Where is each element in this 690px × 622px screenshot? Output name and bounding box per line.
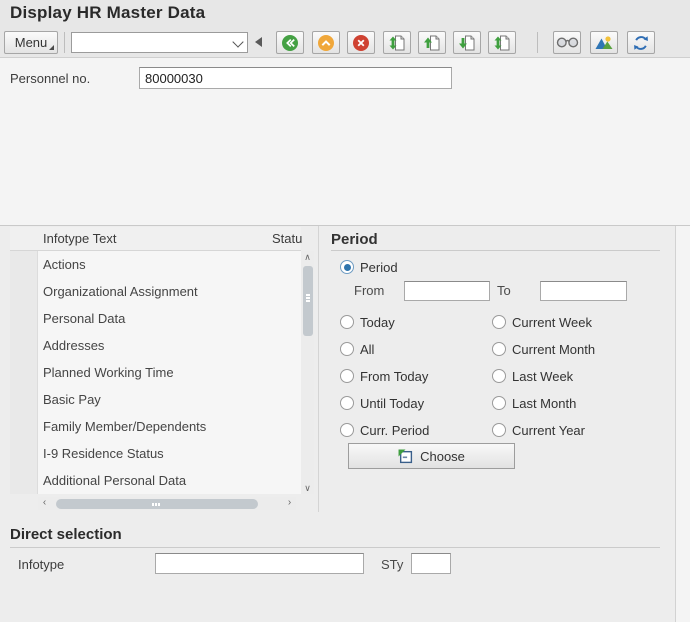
scroll-up-icon[interactable]: ∧ (301, 251, 314, 263)
subtype-input[interactable] (411, 553, 451, 574)
subtype-label: STy (381, 557, 403, 572)
infotype-text-column-header: Infotype Text (43, 231, 116, 246)
to-date-input[interactable] (540, 281, 627, 301)
from-label: From (354, 283, 384, 298)
toolbar: Menu (0, 28, 690, 58)
infotype-label: Infotype (18, 557, 64, 572)
list-item-planned-working-time[interactable]: Planned Working Time (38, 359, 301, 386)
period-group-title: Period (331, 231, 378, 248)
first-page-icon (388, 34, 406, 52)
personnel-no-input[interactable] (139, 67, 452, 89)
list-item-i9-residence-status[interactable]: I-9 Residence Status (38, 440, 301, 467)
first-page-button[interactable] (383, 31, 411, 54)
choose-button[interactable]: Choose (348, 443, 515, 469)
panel-splitter[interactable] (318, 226, 319, 512)
menu-arrow-icon (49, 45, 54, 50)
last-page-icon (493, 34, 511, 52)
status-column-header: Statu (272, 231, 302, 246)
display-button[interactable] (553, 31, 581, 54)
list-item-family-member-dependents[interactable]: Family Member/Dependents (38, 413, 301, 440)
toolbar-separator (537, 32, 538, 53)
menu-button[interactable]: Menu (4, 31, 58, 54)
period-group-rule (331, 250, 660, 251)
exit-button[interactable] (312, 31, 340, 54)
sap-window: Display HR Master Data Menu (0, 0, 690, 622)
infotype-list-header: Infotype Text Statu (10, 227, 301, 251)
exit-icon (317, 34, 335, 52)
direct-selection-title: Direct selection (10, 526, 122, 543)
previous-page-icon (423, 34, 441, 52)
thumb-grip (306, 297, 310, 299)
back-icon (281, 34, 299, 52)
list-item-additional-personal-data[interactable]: Additional Personal Data (38, 467, 301, 494)
choose-period-icon (398, 449, 413, 464)
personnel-no-label: Personnel no. (10, 71, 90, 86)
glasses-icon (556, 36, 579, 49)
cancel-icon (352, 34, 370, 52)
radio-period[interactable] (340, 260, 354, 274)
list-item-addresses[interactable]: Addresses (38, 332, 301, 359)
refresh-button[interactable] (627, 31, 655, 54)
list-item-basic-pay[interactable]: Basic Pay (38, 386, 301, 413)
command-field[interactable] (71, 32, 248, 53)
back-button[interactable] (276, 31, 304, 54)
radio-until-today[interactable] (340, 396, 354, 410)
list-item-organizational-assignment[interactable]: Organizational Assignment (38, 278, 301, 305)
infotype-input[interactable] (155, 553, 364, 574)
to-label: To (497, 283, 511, 298)
from-date-input[interactable] (404, 281, 490, 301)
list-item-personal-data[interactable]: Personal Data (38, 305, 301, 332)
collapse-toolbar-icon[interactable] (255, 37, 262, 47)
right-margin (675, 226, 690, 622)
radio-last-month[interactable] (492, 396, 506, 410)
toolbar-separator (64, 32, 65, 53)
infotype-list: Actions Organizational Assignment Person… (38, 251, 301, 494)
radio-current-year[interactable] (492, 423, 506, 437)
last-page-button[interactable] (488, 31, 516, 54)
list-horizontal-scrollbar[interactable]: ‹ › (38, 497, 296, 510)
page-title: Display HR Master Data (10, 3, 205, 23)
title-bar: Display HR Master Data (0, 0, 690, 28)
vertical-scrollbar-thumb[interactable] (303, 266, 313, 336)
overview-button[interactable] (590, 31, 618, 54)
command-input[interactable] (72, 33, 235, 52)
scroll-left-icon[interactable]: ‹ (38, 497, 51, 510)
cancel-button[interactable] (347, 31, 375, 54)
mountains-icon (595, 35, 613, 50)
previous-page-button[interactable] (418, 31, 446, 54)
direct-selection-rule (10, 547, 660, 548)
radio-all[interactable] (340, 342, 354, 356)
refresh-icon (632, 34, 650, 52)
radio-current-week[interactable] (492, 315, 506, 329)
radio-today[interactable] (340, 315, 354, 329)
next-page-icon (458, 34, 476, 52)
next-page-button[interactable] (453, 31, 481, 54)
radio-from-today[interactable] (340, 369, 354, 383)
radio-current-month[interactable] (492, 342, 506, 356)
radio-last-week[interactable] (492, 369, 506, 383)
radio-curr-period[interactable] (340, 423, 354, 437)
choose-button-label: Choose (420, 449, 465, 464)
scroll-down-icon[interactable]: ∨ (301, 482, 314, 494)
tabstrip: Basic Personal Data Payroll Benefits Tim… (0, 196, 690, 226)
row-selector-column[interactable] (10, 251, 38, 494)
horizontal-scrollbar-thumb[interactable] (56, 499, 258, 509)
list-item-actions[interactable]: Actions (38, 251, 301, 278)
list-vertical-scrollbar[interactable]: ∧ ∨ (301, 251, 314, 494)
menu-button-label: Menu (15, 35, 48, 50)
scroll-right-icon[interactable]: › (283, 497, 296, 510)
thumb-grip (155, 503, 157, 506)
